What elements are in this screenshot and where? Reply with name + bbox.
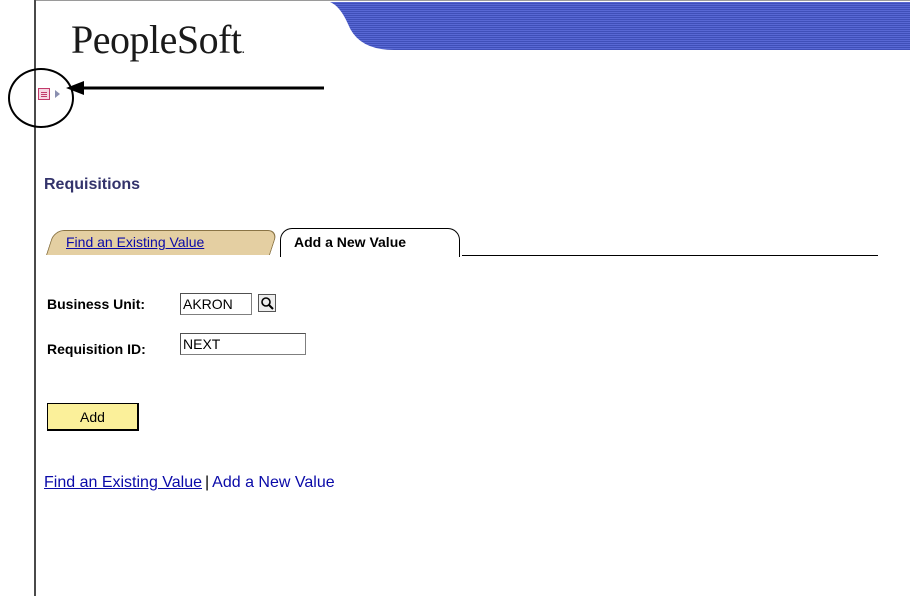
- peoplesoft-logo: PeopleSoft.: [71, 16, 245, 63]
- annotation-arrow-icon: [66, 81, 324, 95]
- logo-mark: .: [241, 42, 246, 57]
- business-unit-lookup-button[interactable]: [258, 294, 276, 312]
- tab-add-new-label[interactable]: Add a New Value: [294, 234, 406, 250]
- annotation-circle: [8, 68, 74, 128]
- search-icon[interactable]: [259, 295, 275, 311]
- header-banner: [330, 2, 910, 50]
- page-title: Requisitions: [44, 176, 141, 193]
- bottom-links: Find an Existing Value | Add a New Value: [44, 474, 335, 492]
- business-unit-label: Business Unit:: [47, 296, 146, 312]
- add-new-link[interactable]: Add a New Value: [212, 474, 334, 491]
- link-separator: |: [205, 474, 210, 491]
- top-border: [36, 0, 910, 1]
- find-existing-link[interactable]: Find an Existing Value: [44, 474, 202, 491]
- tab-divider: [462, 255, 878, 256]
- logo-text: PeopleSoft: [71, 17, 242, 62]
- business-unit-input[interactable]: [180, 293, 252, 315]
- add-button[interactable]: Add: [47, 403, 139, 431]
- tab-find-existing-label[interactable]: Find an Existing Value: [66, 234, 204, 250]
- tab-bar: Find an Existing Value Add a New Value: [44, 228, 878, 258]
- requisition-id-input[interactable]: [180, 333, 306, 355]
- requisition-id-label: Requisition ID:: [47, 341, 146, 357]
